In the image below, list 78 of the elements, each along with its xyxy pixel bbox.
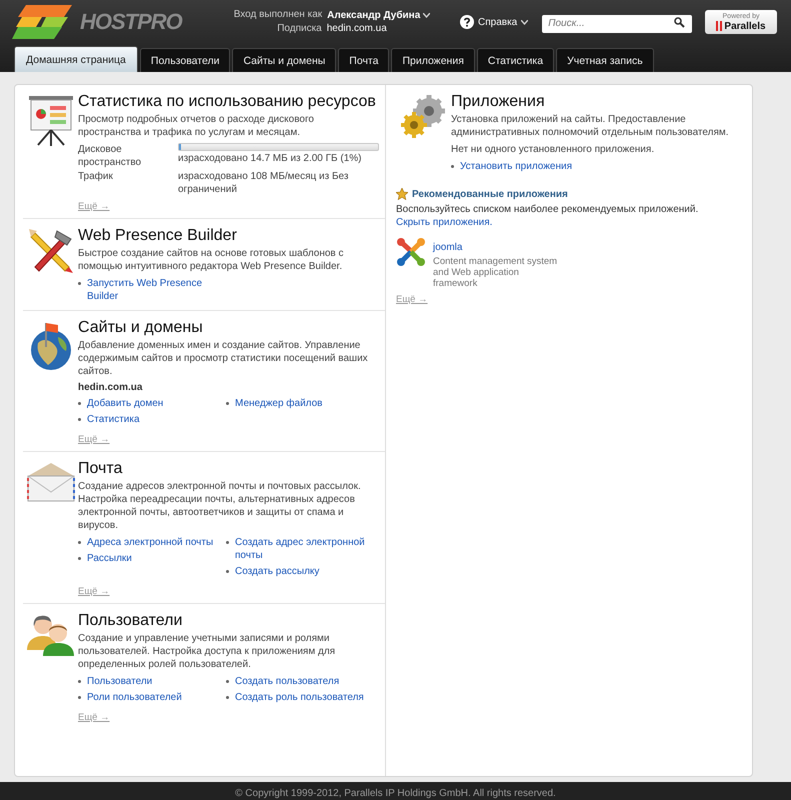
nav-tab[interactable]: Сайты и домены (232, 48, 336, 72)
star-icon (396, 188, 408, 200)
bars-icon (716, 21, 722, 31)
section-title: Пользователи (78, 611, 184, 630)
section-title: Приложения (451, 92, 546, 111)
action-link[interactable]: Запустить Web Presence Builder (87, 277, 218, 303)
bullet-icon (226, 696, 229, 699)
bullet-icon (78, 282, 81, 285)
envelope-icon (26, 462, 74, 502)
user-menu[interactable]: Александр Дубина (327, 10, 430, 20)
usage-reading: израсходовано 14.7 МБ из 2.00 ГБ (1%) (178, 152, 363, 165)
section-description: Создание и управление учетными записями и ролями пользователей. Настройка доступа к приложениям для определенных ролей пользователей. (78, 632, 336, 671)
bullet-icon (78, 557, 81, 560)
nav-tab[interactable]: Приложения (391, 48, 475, 72)
action-link[interactable]: Роли пользователей (87, 691, 182, 704)
caret-icon (423, 12, 430, 18)
bullet-icon (78, 680, 81, 683)
app-description: Content management system and Web application framework (433, 256, 558, 289)
section-description: Создание адресов электронной почты и почтовых рассылок. Настройка переадресации почты, альтернативных адресов электронной почты, автоответчиков и защиты от спама и вирусов. (78, 480, 362, 532)
pencil-and-hammer-icon (28, 229, 72, 273)
nav-tab[interactable]: Почта (338, 48, 390, 72)
stat-label: Трафик (78, 170, 114, 184)
caret-icon (521, 20, 528, 24)
action-link[interactable]: Статистика (87, 413, 140, 426)
action-link[interactable]: Менеджер файлов (235, 397, 322, 410)
section-title: Почта (78, 459, 124, 478)
app-name-link[interactable]: joomla (433, 242, 462, 253)
action-link[interactable]: Установить приложения (460, 160, 572, 173)
subscription-name: hedin.com.ua (326, 22, 387, 36)
bullet-icon (78, 541, 81, 544)
help-menu[interactable]: Справка (460, 15, 528, 29)
domain-name: hedin.com.ua (78, 382, 144, 393)
bullet-icon (451, 165, 454, 168)
two-users-icon (26, 614, 74, 656)
section-description: Добавление доменных имен и создание сайтов. Управление содержимым сайтов и просмотр статистики посещений ваших сайтов. (78, 339, 369, 378)
section-description: Просмотр подробных отчетов о расходе дискового пространства и трафика по услугам и месяцам. (78, 113, 315, 139)
section-title: Сайты и домены (78, 318, 204, 337)
bullet-icon (78, 696, 81, 699)
action-link[interactable]: Создать роль пользователя (235, 691, 364, 704)
section-description: Установка приложений на сайты. Предоставление административных полномочий отдельным пользователям. (451, 113, 730, 139)
empty-apps-note: Нет ни одного установленного приложения. (451, 143, 656, 156)
section-description: Быстрое создание сайтов на основе готовых шаблонов с помощью интуитивного редактора Web Presence Builder. (78, 247, 345, 273)
nav-tab[interactable]: Учетная запись (556, 48, 654, 72)
hide-apps-link[interactable]: Скрыть приложения. (396, 217, 492, 228)
action-link[interactable]: Добавить домен (87, 397, 164, 410)
bullet-icon (226, 680, 229, 683)
section-title: Web Presence Builder (78, 226, 238, 245)
action-link[interactable]: Создать адрес электронной почты (235, 536, 366, 562)
subscription-label: Подписка (277, 22, 322, 36)
action-link[interactable]: Адреса электронной почты (87, 536, 214, 549)
search-field[interactable]: Поиск... (542, 14, 692, 32)
bullet-icon (78, 402, 81, 405)
nav-tab[interactable]: Домашняя страница (14, 46, 138, 72)
stat-label: Дисковое пространство (78, 143, 142, 169)
logo-text: HOSTPRO (80, 9, 182, 35)
action-link[interactable]: Создать рассылку (235, 565, 320, 578)
recommended-title: Рекомендованные приложения (412, 188, 568, 200)
bullet-icon (226, 541, 229, 544)
bullet-icon (226, 570, 229, 573)
section-title: Статистика по использованию ресурсов (78, 92, 377, 111)
usage-reading: израсходовано 108 МБ/месяц из Без ограничений (178, 170, 350, 196)
vendor-logo-text: Parallels (724, 20, 766, 32)
nav-tab[interactable]: Пользователи (140, 48, 230, 72)
presentation-chart-icon (28, 95, 74, 147)
login-label: Вход выполнен как (234, 8, 322, 22)
action-link[interactable]: Пользователи (87, 675, 152, 688)
help-icon (460, 15, 474, 29)
action-link[interactable]: Рассылки (87, 552, 132, 565)
nav-tab[interactable]: Статистика (476, 48, 554, 72)
action-link[interactable]: Создать пользователя (235, 675, 340, 688)
search-icon (674, 17, 686, 28)
bullet-icon (78, 418, 81, 421)
recommended-text: Воспользуйтесь списком наиболее рекомендуемых приложений. Скрыть приложения. (396, 203, 700, 229)
bullet-icon (226, 402, 229, 405)
copyright-text: © Copyright 1999-2012, Parallels IP Holdings GmbH. All rights reserved. (235, 788, 556, 800)
app-logo-icon (396, 237, 426, 267)
gears-icon (400, 95, 446, 139)
logo-icon (12, 3, 74, 41)
